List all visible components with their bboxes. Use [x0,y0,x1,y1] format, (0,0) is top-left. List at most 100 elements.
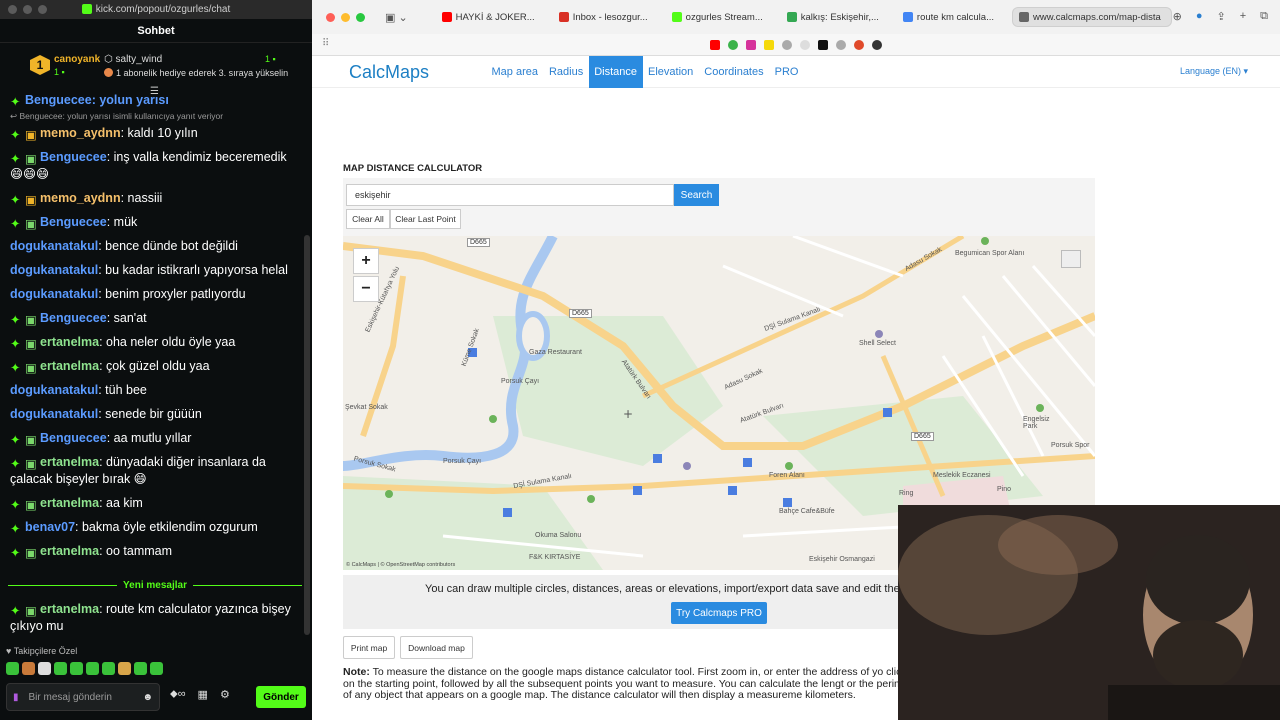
chat-username[interactable]: benav07 [25,520,75,534]
emote-icon[interactable] [102,662,115,675]
chat-username[interactable]: dogukanatakul [10,383,98,397]
layers-icon[interactable] [1061,250,1081,268]
promo-text: You can draw multiple circles, distances… [425,583,909,595]
close-dot[interactable] [326,12,335,22]
emote-icon[interactable] [118,662,131,675]
pinned-user2[interactable]: ⬡ salty_wind [104,54,162,65]
leaf-bookmark-icon[interactable] [728,39,738,50]
chat-username[interactable]: Benguecee [40,150,107,164]
search-button[interactable]: Search [674,184,719,206]
bits-icon[interactable]: ⬥∞ [170,688,186,701]
maximize-dot[interactable] [356,12,365,22]
chat-username[interactable]: dogukanatakul [10,407,98,421]
chat-message: ✦ ▣ Benguecee: mük [10,215,138,231]
sparkle-icon: ✦ [10,457,21,471]
mic-icon[interactable]: ▮ [13,692,19,703]
emote-icon[interactable] [38,662,51,675]
language-select[interactable]: Language (EN) ▾ [1180,66,1248,77]
print-map-button[interactable]: Print map [343,636,395,659]
chat-text: nassiii [127,191,163,205]
instagram-bookmark-icon[interactable] [746,39,756,50]
sparkle-icon: ✦ [10,217,21,231]
emote-icon[interactable] [86,662,99,675]
chat-input-placeholder: Bir mesaj gönderin [28,691,112,703]
chat-username[interactable]: ertanelma [40,544,99,558]
store-icon[interactable]: ▦ [198,688,208,701]
bookmark-icon[interactable] [764,39,774,50]
emote-icon[interactable] [70,662,83,675]
chat-username[interactable]: dogukanatakul [10,239,98,253]
emoji-icon[interactable]: ☻ [142,692,153,703]
chat-username[interactable]: ertanelma [40,602,99,616]
chat-username[interactable]: ertanelma [40,359,99,373]
emote-icon[interactable] [150,662,163,675]
gift-badge-icon: ▣ [25,128,37,142]
nav-radius[interactable]: Radius [543,56,588,88]
clear-last-point-button[interactable]: Clear Last Point [390,209,461,229]
browser-tab[interactable]: www.calcmaps.com/map-dista [1012,7,1172,27]
chat-username[interactable]: dogukanatakul [10,263,98,277]
chat-username[interactable]: dogukanatakul [10,287,98,301]
search-input[interactable] [346,184,674,206]
gift-badge-icon: ▣ [25,546,37,560]
emote-icon[interactable] [134,662,147,675]
reddit-bookmark-icon[interactable] [854,39,864,50]
send-button[interactable]: Gönder [256,686,306,708]
browser-tab[interactable]: route km calcula... [897,7,1004,27]
webcam-person-beard [1153,620,1243,690]
chat-username[interactable]: ertanelma [40,496,99,510]
sparkle-icon: ✦ [10,433,21,447]
browser-tab[interactable]: Inbox - lesozgur... [553,7,658,27]
nav-pro[interactable]: PRO [769,56,804,88]
sidebar-toggle-icon[interactable]: ▣ ⌄ [385,11,408,24]
tab-label: route km calcula... [916,11,994,23]
chat-text: senede bir güüün [105,407,202,421]
chat-username[interactable]: Benguecee [40,215,107,229]
chat-username[interactable]: memo_aydnn [40,191,121,205]
chat-username[interactable]: Benguecee [40,431,107,445]
chat-message: dogukanatakul: benim proxyler patlıyordu [10,287,246,301]
nav-map-area[interactable]: Map area [486,56,543,88]
emote-icon[interactable] [6,662,19,675]
profile-icon[interactable]: ● [1196,10,1203,23]
nav-elevation[interactable]: Elevation [643,56,699,88]
youtube-bookmark-icon[interactable] [710,39,720,50]
minimize-dot[interactable] [341,12,350,22]
chat-scrollbar[interactable] [304,235,310,635]
download-map-button[interactable]: Download map [400,636,473,659]
gear-icon[interactable]: ⚙ [220,688,230,701]
zoom-out-button[interactable]: − [353,276,379,302]
try-pro-button[interactable]: Try Calcmaps PRO [671,602,767,624]
browser-tab[interactable]: kalkış: Eskişehir,... [781,7,889,27]
browser-tab[interactable]: ozgurles Stream... [666,7,773,27]
divider-line [192,584,302,586]
bookmark-icon[interactable] [800,39,810,50]
tab-overview-icon[interactable]: ⧉ [1260,10,1268,23]
new-tab-icon[interactable]: + [1240,10,1246,23]
pinned-user-count: 1 ▪ [54,67,65,77]
globe-bookmark-icon[interactable] [782,39,792,50]
globe-bookmark-icon[interactable] [836,39,846,50]
share-icon[interactable]: ⇪ [1216,10,1225,23]
chat-username[interactable]: Benguecee [40,311,107,325]
clear-all-button[interactable]: Clear All [346,209,390,229]
bookmark-icon[interactable] [872,39,882,50]
tab-label: kalkış: Eskişehir,... [800,11,879,23]
chat-username[interactable]: ertanelma [40,335,99,349]
nav-coordinates[interactable]: Coordinates [699,56,769,88]
emote-icon[interactable] [22,662,35,675]
emote-icon[interactable] [54,662,67,675]
chat-messages[interactable]: ✦ Benguecee: yolun yarısı ↩ Benguecee: yo… [0,92,304,642]
chat-input[interactable]: ▮ Bir mesaj gönderin ☻ [6,683,160,711]
chat-username[interactable]: memo_aydnn [40,126,121,140]
zoom-in-button[interactable]: + [353,248,379,274]
bookmark-icon[interactable] [818,39,828,50]
nav-distance[interactable]: Distance [588,56,643,88]
chat-username[interactable]: ertanelma [40,455,99,469]
browser-tab[interactable]: HAYKİ & JOKER... [436,7,545,27]
site-logo[interactable]: CalcMaps [349,62,429,83]
download-icon[interactable]: ⊕ [1173,10,1182,23]
pinned-user[interactable]: canoyank [54,54,100,65]
followers-only-text: Takipçilere Özel [13,646,78,656]
grid-icon[interactable]: ⠿ [322,38,329,49]
